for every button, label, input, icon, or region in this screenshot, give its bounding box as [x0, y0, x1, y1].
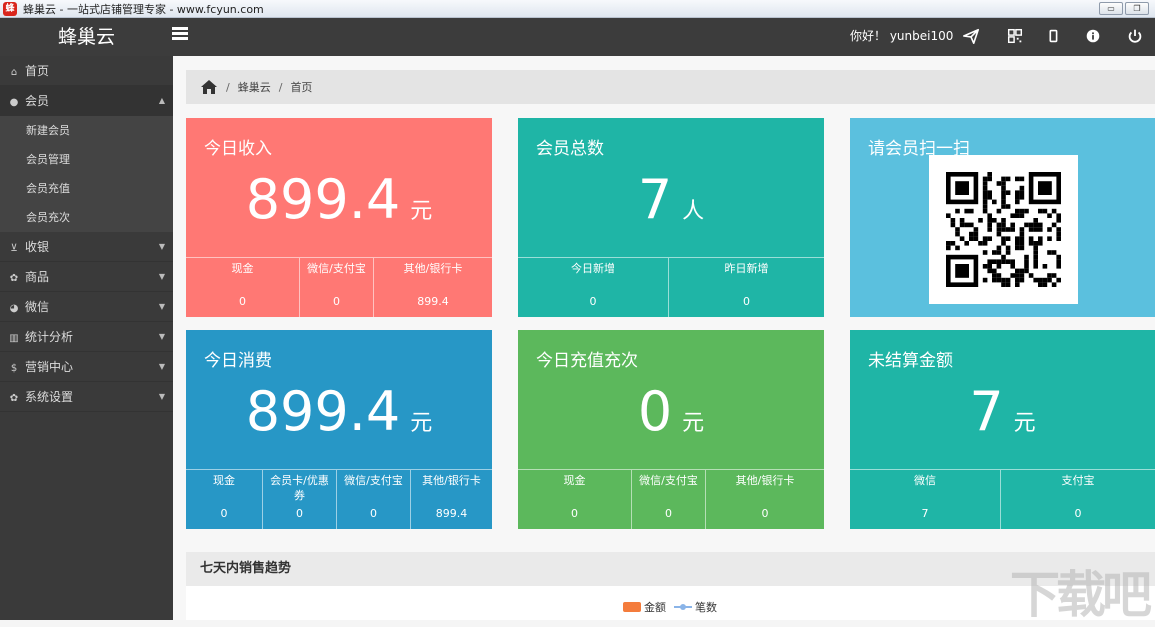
info-icon[interactable] [1084, 26, 1102, 46]
sidebar-subitem-member-manage[interactable]: 会员管理 [0, 145, 173, 174]
card-breakdown: 今日新增 0 昨日新增 0 [518, 257, 824, 317]
brand-logo[interactable]: 蜂巢云 [0, 18, 173, 56]
card-title: 今日消费 [204, 351, 272, 371]
card-today-spend: 今日消费 899.4 元 现金 0 会员卡/优惠券 0 微信/支付宝 0 其他/银行卡 8… [186, 330, 492, 529]
card-breakdown: 现金 0 会员卡/优惠券 0 微信/支付宝 0 其他/银行卡 899.4 [186, 469, 492, 529]
qrcode-image [946, 172, 1061, 287]
card-title: 今日收入 [204, 139, 272, 159]
chevron-down-icon: ▼ [158, 362, 165, 371]
breakdown-cell: 其他/银行卡 899.4 [403, 262, 463, 308]
home-icon[interactable] [200, 79, 218, 95]
restore-button[interactable]: ❐ [1125, 2, 1149, 15]
user-icon: ● [9, 97, 19, 108]
app-logo-icon: 蜂 [3, 1, 17, 16]
mobile-icon[interactable] [1044, 26, 1062, 46]
member-qrcode [929, 155, 1078, 304]
card-value: 899.4 [245, 380, 401, 443]
window-title: 蜂巢云 - 一站式店铺管理专家 - www.fcyun.com [23, 2, 264, 16]
user-greeting[interactable]: 你好！ yunbei100 [850, 18, 953, 54]
card-value: 0 [637, 380, 673, 443]
bar-chart-icon: ▥ [9, 333, 19, 344]
menu-toggle-icon[interactable] [172, 27, 188, 41]
card-unsettled-amount: 未结算金额 7元 微信 7 支付宝 0 [850, 330, 1155, 529]
window-controls: ▭ ❐ [1099, 2, 1149, 15]
sidebar-subitem-new-member[interactable]: 新建会员 [0, 116, 173, 145]
card-breakdown: 微信 7 支付宝 0 [850, 469, 1155, 529]
qrcode-icon[interactable] [1006, 26, 1024, 46]
wechat-icon: ◕ [9, 303, 19, 314]
card-breakdown: 现金 0 微信/支付宝 0 其他/银行卡 0 [518, 469, 824, 529]
cart-icon: ⊻ [10, 243, 18, 254]
legend-amount-swatch[interactable] [623, 602, 641, 612]
sidebar-subitem-member-times[interactable]: 会员充次 [0, 203, 173, 232]
breakdown-cell: 现金 0 [186, 258, 300, 317]
breakdown-cell: 今日新增 0 [518, 258, 669, 317]
sidebar-item-member[interactable]: ● 会员 ▲ [0, 86, 173, 116]
card-unit: 元 [410, 199, 433, 224]
breakdown-cell: 微信 7 [850, 470, 1001, 529]
breadcrumb-link-root[interactable]: 蜂巢云 [238, 79, 271, 95]
card-value: 7 [637, 168, 673, 231]
card-unit: 元 [682, 411, 705, 436]
legend-count-swatch[interactable] [674, 602, 692, 612]
breakdown-cell: 现金 0 [186, 470, 263, 529]
window-titlebar: 蜂 蜂巢云 - 一站式店铺管理专家 - www.fcyun.com ▭ ❐ [0, 0, 1155, 18]
chevron-up-icon: ▲ [158, 96, 165, 105]
breakdown-cell: 昨日新增 0 [724, 262, 769, 308]
card-value: 899.4 [245, 168, 401, 231]
sidebar-item-cashier[interactable]: ⊻ 收银 ▼ [0, 232, 173, 262]
dollar-icon: $ [10, 363, 18, 374]
card-today-recharge: 今日充值充次 0元 现金 0 微信/支付宝 0 其他/银行卡 0 [518, 330, 824, 529]
breakdown-cell: 会员卡/优惠券 0 [263, 470, 337, 529]
breadcrumb: / 蜂巢云 / 首页 [186, 70, 1155, 104]
card-value: 7 [969, 380, 1004, 443]
sidebar-item-settings[interactable]: ✿ 系统设置 ▼ [0, 382, 173, 412]
breakdown-cell: 其他/银行卡 0 [735, 474, 795, 520]
breakdown-cell: 支付宝 0 [1061, 474, 1095, 520]
card-title: 会员总数 [536, 139, 604, 159]
card-breakdown: 现金 0 微信/支付宝 0 其他/银行卡 899.4 [186, 257, 492, 317]
breakdown-cell: 微信/支付宝 0 [337, 470, 411, 529]
sidebar-item-wechat[interactable]: ◕ 微信 ▼ [0, 292, 173, 322]
chevron-down-icon: ▼ [158, 392, 165, 401]
power-icon[interactable] [1126, 26, 1144, 46]
sidebar: ⌂ 首页 ● 会员 ▲ 新建会员 会员管理 会员充值 会员充次 ⊻ 收银 ▼ ✿ 商品 ▼ ◕… [0, 56, 173, 620]
card-member-total: 会员总数 7人 今日新增 0 昨日新增 0 [518, 118, 824, 317]
breakdown-cell: 微信/支付宝 0 [300, 258, 374, 317]
card-title: 未结算金额 [868, 351, 953, 371]
send-icon[interactable] [962, 26, 980, 46]
sidebar-item-goods[interactable]: ✿ 商品 ▼ [0, 262, 173, 292]
sidebar-subitem-member-recharge[interactable]: 会员充值 [0, 174, 173, 203]
home-icon: ⌂ [10, 67, 18, 78]
sidebar-item-home[interactable]: ⌂ 首页 [0, 56, 173, 86]
card-scan-qr: 请会员扫一扫 [850, 118, 1155, 317]
main-content: / 蜂巢云 / 首页 今日收入 899.4 元 现金 0 微信/支付宝 0 其他/银行… [173, 56, 1155, 620]
chevron-down-icon: ▼ [158, 302, 165, 311]
card-title: 今日充值充次 [536, 351, 638, 371]
top-navbar: 蜂巢云 你好！ yunbei100 [0, 18, 1155, 56]
breakdown-cell: 其他/银行卡 899.4 [422, 474, 481, 520]
chevron-down-icon: ▼ [158, 242, 165, 251]
chevron-down-icon: ▼ [158, 272, 165, 281]
sidebar-item-marketing[interactable]: $ 营销中心 ▼ [0, 352, 173, 382]
site-watermark: 下载吧 [1010, 566, 1152, 624]
breakdown-cell: 微信/支付宝 0 [632, 470, 706, 529]
card-unit: 元 [1013, 411, 1036, 436]
sidebar-item-statistics[interactable]: ▥ 统计分析 ▼ [0, 322, 173, 352]
cogs-icon: ✿ [9, 273, 19, 284]
card-today-income: 今日收入 899.4 元 现金 0 微信/支付宝 0 其他/银行卡 899.4 [186, 118, 492, 317]
legend-amount-label[interactable]: 金额 [644, 599, 666, 615]
chart-legend: 金额 笔数 [623, 599, 717, 615]
breadcrumb-current: 首页 [290, 81, 313, 94]
cogs-icon: ✿ [9, 393, 19, 404]
legend-count-label[interactable]: 笔数 [695, 599, 717, 615]
card-unit: 元 [410, 411, 433, 436]
card-unit: 人 [682, 199, 705, 224]
minimize-button[interactable]: ▭ [1099, 2, 1123, 15]
chevron-down-icon: ▼ [158, 332, 165, 341]
breakdown-cell: 现金 0 [518, 470, 632, 529]
